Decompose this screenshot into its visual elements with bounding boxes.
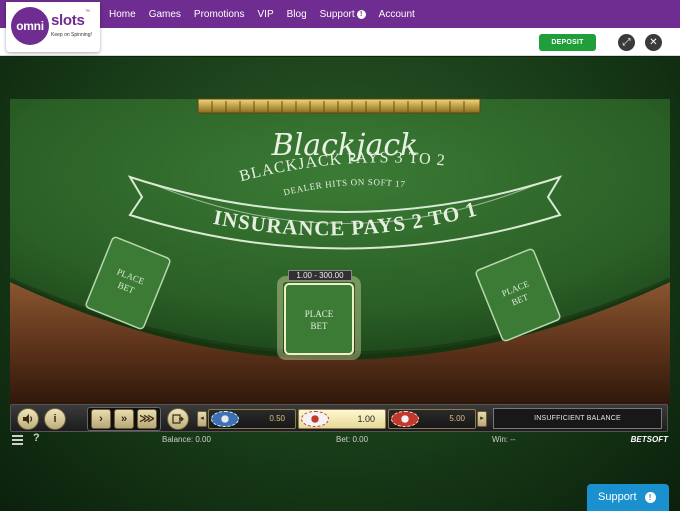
- nav-support-label: Support: [319, 8, 355, 20]
- top-nav: Home Games Promotions VIP Blog Support !…: [0, 0, 680, 28]
- bet-spot-center[interactable]: PLACE BET: [277, 276, 361, 360]
- support-widget-label: Support: [598, 491, 637, 503]
- chip-050[interactable]: 0.50: [208, 409, 296, 429]
- speed-normal-button[interactable]: ›: [91, 409, 111, 429]
- speaker-icon[interactable]: [17, 408, 39, 430]
- chip-050-value: 0.50: [269, 414, 285, 423]
- balance-readout: Balance: 0.00: [162, 435, 211, 444]
- chip-500-value: 5.00: [449, 414, 465, 423]
- provider-logo: BETSOFT: [630, 435, 668, 444]
- support-alert-icon: !: [356, 9, 366, 19]
- nav-home[interactable]: Home: [109, 9, 136, 20]
- info-icon[interactable]: i: [44, 408, 66, 430]
- help-icon[interactable]: ?: [33, 432, 40, 444]
- chip-100-value: 1.00: [357, 414, 375, 424]
- deposit-button[interactable]: DEPOSIT: [539, 34, 596, 51]
- chip-blue-icon: [211, 411, 239, 427]
- nav-account[interactable]: Account: [379, 9, 415, 20]
- fullscreen-icon[interactable]: ⤢: [618, 34, 635, 51]
- nav-blog[interactable]: Blog: [287, 9, 307, 20]
- win-readout: Win: --: [492, 435, 516, 444]
- logo-tagline: Keep on Spinning!: [51, 32, 92, 38]
- site-logo[interactable]: omni slots ™ Keep on Spinning!: [6, 2, 100, 52]
- nav-promotions[interactable]: Promotions: [194, 9, 245, 20]
- close-icon[interactable]: ✕: [645, 34, 662, 51]
- status-bar: ? Balance: 0.00 Bet: 0.00 Win: -- BETSOF…: [10, 432, 668, 449]
- chip-500[interactable]: 5.00: [388, 409, 476, 429]
- nav-support[interactable]: Support !: [320, 9, 366, 20]
- spot-center-line2: BET: [311, 321, 329, 331]
- support-widget-button[interactable]: Support !: [587, 484, 669, 511]
- logo-trademark: ™: [85, 9, 90, 15]
- speed-fast-button[interactable]: »: [114, 409, 134, 429]
- game-area: BLACKJACK PAYS 3 TO 2 DEALER HITS ON SOF…: [0, 57, 680, 511]
- bet-readout: Bet: 0.00: [336, 435, 369, 444]
- menu-icon[interactable]: [12, 435, 23, 445]
- bet-range-label: 1.00 - 300.00: [288, 270, 352, 281]
- chip-red-icon: [391, 411, 419, 427]
- speed-turbo-button[interactable]: ⋙: [137, 409, 157, 429]
- nav-vip[interactable]: VIP: [258, 9, 274, 20]
- chip-100[interactable]: 1.00: [298, 409, 386, 429]
- nav-games[interactable]: Games: [149, 9, 181, 20]
- action-bar: DEPOSIT ⤢ ✕: [0, 28, 680, 56]
- logo-mark: omni: [11, 7, 49, 45]
- controls-bar: i › » ⋙ ◂ 0.50 1.00 5.00 ▸ INSUFFICIENT …: [10, 404, 668, 432]
- support-widget-alert-icon: !: [644, 492, 656, 503]
- clear-bets-icon[interactable]: [167, 408, 189, 430]
- chip-white-icon: [301, 411, 329, 427]
- nav-links: Home Games Promotions VIP Blog Support !…: [109, 0, 428, 28]
- chip-prev-button[interactable]: ◂: [197, 411, 207, 427]
- screen: Home Games Promotions VIP Blog Support !…: [0, 0, 680, 511]
- spot-center-line1: PLACE: [305, 309, 334, 319]
- game-message: INSUFFICIENT BALANCE: [493, 408, 662, 429]
- logo-word: slots: [51, 12, 85, 29]
- table-title: Blackjack: [271, 128, 419, 163]
- chip-next-button[interactable]: ▸: [477, 411, 487, 427]
